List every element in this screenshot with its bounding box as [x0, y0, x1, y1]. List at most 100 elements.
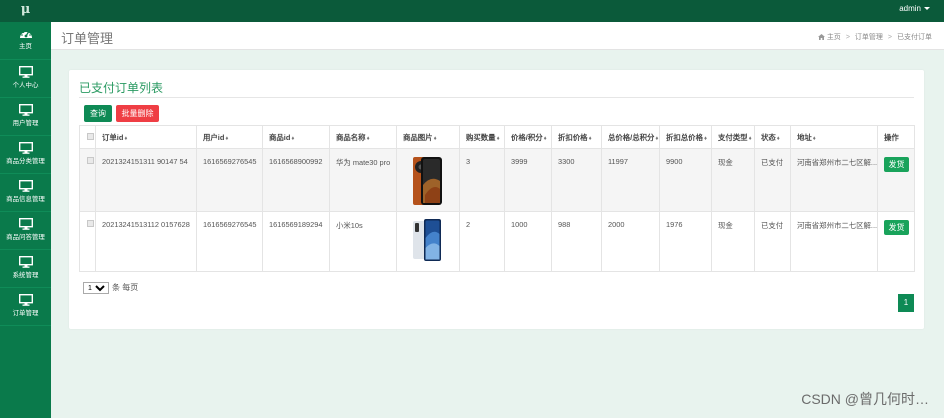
select-all-cell [79, 125, 96, 149]
row-checkbox[interactable] [87, 157, 94, 164]
row-checkbox[interactable] [87, 220, 94, 227]
column-header[interactable]: 价格/积分♦ [504, 125, 552, 149]
column-header[interactable]: 状态♦ [754, 125, 791, 149]
caret-down-icon [924, 7, 930, 11]
sidebar-item-label: 订单管理 [12, 310, 39, 317]
column-header[interactable]: 商品名称♦ [329, 125, 397, 149]
column-header[interactable]: 购买数量♦ [459, 125, 505, 149]
quantity-cell: 3 [459, 148, 505, 212]
ship-button[interactable]: 发货 [884, 157, 909, 172]
sort-icon: ♦ [496, 135, 500, 142]
sidebar-item-label: 系统管理 [12, 272, 39, 279]
status-cell: 已支付 [754, 211, 791, 272]
price-cell: 1000 [504, 211, 552, 272]
monitor-icon [18, 142, 33, 154]
sidebar-item-users[interactable]: 用户管理 [0, 98, 51, 136]
pay-type-cell: 现金 [711, 211, 755, 272]
query-button[interactable]: 查询 [84, 105, 112, 122]
sidebar-item-products[interactable]: 商品信息管理 [0, 174, 51, 212]
watermark: CSDN @曾几何时… [801, 391, 929, 407]
product-name-cell: 小米10s [329, 211, 397, 272]
page-header: 订单管理 主页 > 订单管理 > 已支付订单 [51, 22, 944, 50]
sidebar-item-label: 个人中心 [12, 82, 39, 89]
top-bar: μ admin [0, 0, 944, 22]
column-header[interactable]: 支付类型♦ [711, 125, 755, 149]
sort-icon: ♦ [225, 135, 229, 142]
sort-icon: ♦ [588, 135, 592, 142]
sort-icon: ♦ [543, 135, 547, 142]
total-cell: 11997 [601, 148, 660, 212]
page-size-select[interactable]: 10 [83, 282, 109, 294]
sidebar-item-profile[interactable]: 个人中心 [0, 60, 51, 98]
breadcrumb-current: 已支付订单 [897, 34, 932, 41]
monitor-icon [18, 294, 33, 306]
discount-price-cell: 988 [551, 211, 602, 272]
column-header[interactable]: 商品id♦ [262, 125, 330, 149]
batch-delete-button[interactable]: 批量删除 [116, 105, 159, 122]
sort-icon: ♦ [812, 135, 816, 142]
page-title: 订单管理 [61, 31, 114, 46]
user-name: admin [899, 4, 921, 13]
row-select-cell [79, 148, 96, 212]
quantity-cell: 2 [459, 211, 505, 272]
product-id-cell: 1616568900992 [262, 148, 330, 212]
column-header: 操作 [877, 125, 915, 149]
sort-icon: ♦ [776, 135, 780, 142]
orders-panel: 已支付订单列表 查询 批量删除 订单id♦ 用户id♦ 商品id♦ 商品名称♦ … [69, 70, 924, 329]
breadcrumb-home[interactable]: 主页 [827, 34, 841, 41]
breadcrumb-orders[interactable]: 订单管理 [855, 34, 883, 41]
column-header[interactable]: 总价格/总积分♦ [601, 125, 660, 149]
breadcrumb-separator: > [887, 34, 892, 41]
monitor-icon [18, 180, 33, 192]
column-header[interactable]: 地址♦ [790, 125, 878, 149]
column-header[interactable]: 折扣价格♦ [551, 125, 602, 149]
monitor-icon [18, 218, 33, 230]
sidebar: 主页 个人中心 用户管理 商品分类管理 商品信息管理 商品问答管理 系统管理 订… [0, 22, 51, 418]
discount-total-cell: 9900 [659, 148, 712, 212]
column-header[interactable]: 折扣总价格♦ [659, 125, 712, 149]
column-header[interactable]: 订单id♦ [95, 125, 197, 149]
sidebar-item-home[interactable]: 主页 [0, 22, 51, 60]
select-all-checkbox[interactable] [87, 132, 94, 140]
price-cell: 3999 [504, 148, 552, 212]
ship-button[interactable]: 发货 [884, 220, 909, 235]
product-id-cell: 1616569189294 [262, 211, 330, 272]
page-size-control: 10条 每页 [83, 282, 138, 294]
sort-icon: ♦ [703, 135, 708, 142]
orders-table: 订单id♦ 用户id♦ 商品id♦ 商品名称♦ 商品图片♦ 购买数量♦ 价格/积… [79, 125, 915, 272]
dashboard-icon [19, 30, 32, 38]
pay-type-cell: 现金 [711, 148, 755, 212]
sidebar-item-system[interactable]: 系统管理 [0, 250, 51, 288]
sidebar-item-orders[interactable]: 订单管理 [0, 288, 51, 326]
discount-total-cell: 1976 [659, 211, 712, 272]
sidebar-item-label: 商品问答管理 [6, 234, 45, 241]
home-icon [817, 34, 825, 40]
app-logo: μ [20, 2, 31, 17]
user-menu[interactable]: admin [899, 4, 930, 13]
sort-icon: ♦ [433, 135, 437, 142]
row-select-cell [79, 211, 96, 272]
column-header[interactable]: 用户id♦ [196, 125, 263, 149]
column-header[interactable]: 商品图片♦ [396, 125, 460, 149]
xiaomi-phone-image [413, 219, 441, 261]
sidebar-item-qa[interactable]: 商品问答管理 [0, 212, 51, 250]
page-button-current[interactable]: 1 [898, 294, 914, 312]
huawei-phone-image [413, 157, 442, 205]
user-id-cell: 1616569276545 [196, 211, 263, 272]
panel-divider [79, 97, 914, 98]
total-cell: 2000 [601, 211, 660, 272]
table-header-row: 订单id♦ 用户id♦ 商品id♦ 商品名称♦ 商品图片♦ 购买数量♦ 价格/积… [79, 125, 915, 149]
sidebar-item-categories[interactable]: 商品分类管理 [0, 136, 51, 174]
order-id-cell: 20213241513112 0157628 [95, 211, 197, 272]
sidebar-item-label: 商品分类管理 [6, 158, 45, 165]
address-cell: 河南省郑州市二七区解... [790, 148, 878, 212]
sort-icon: ♦ [366, 135, 370, 142]
product-image-cell [396, 148, 460, 212]
action-cell: 发货 [877, 148, 915, 212]
discount-price-cell: 3300 [551, 148, 602, 212]
monitor-icon [18, 104, 33, 116]
status-cell: 已支付 [754, 148, 791, 212]
table-row: 20213241513112 0157628 1616569276545 161… [79, 211, 915, 272]
sidebar-item-label: 用户管理 [12, 120, 39, 127]
monitor-icon [18, 256, 33, 268]
